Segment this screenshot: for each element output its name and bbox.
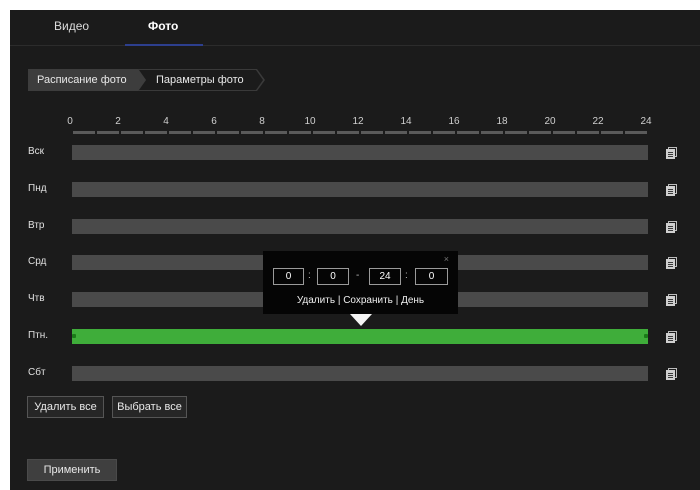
ruler-segment (121, 131, 143, 134)
ruler-segment (625, 131, 647, 134)
hour-label: 22 (592, 116, 604, 127)
tab-video[interactable]: Видео (54, 19, 89, 33)
start-minute-field[interactable]: 0 (317, 268, 349, 285)
step-photo-schedule[interactable]: Расписание фото (28, 69, 148, 91)
popup-delete-link[interactable]: Удалить (297, 295, 335, 306)
close-icon[interactable]: × (444, 254, 449, 264)
ruler-segment (577, 131, 599, 134)
ruler-segment (265, 131, 287, 134)
time-edit-popup: × 0 : 0 - 24 : 0 Удалить | Сохранить | Д… (263, 251, 458, 314)
ruler-segment (361, 131, 383, 134)
day-label: Пнд (28, 182, 47, 194)
active-tab-indicator (125, 44, 203, 46)
day-label: Сбт (28, 366, 46, 378)
day-schedule-bar[interactable] (72, 329, 648, 344)
delete-all-button[interactable]: Удалить все (27, 396, 104, 418)
range-handle[interactable] (72, 334, 76, 338)
copy-icon[interactable] (666, 147, 677, 159)
select-all-button[interactable]: Выбрать все (112, 396, 187, 418)
day-label: Срд (28, 256, 47, 268)
step-photo-schedule-label: Расписание фото (37, 74, 127, 86)
ruler-segment (457, 131, 479, 134)
hour-label: 2 (115, 116, 121, 127)
copy-icon[interactable] (666, 367, 677, 380)
ruler-segment (169, 131, 191, 134)
ruler-segment (385, 131, 407, 134)
hour-label: 14 (400, 116, 412, 127)
ruler-segment (97, 131, 119, 134)
triangle-pointer-icon (350, 314, 372, 326)
popup-divider: | (395, 295, 399, 306)
range-handle[interactable] (644, 334, 648, 338)
ruler-segment (601, 131, 623, 134)
ruler-segment (145, 131, 167, 134)
copy-icon[interactable] (666, 183, 677, 196)
copy-icon[interactable] (666, 331, 677, 343)
popup-actions: Удалить | Сохранить | День (263, 295, 458, 306)
ruler-segment (553, 131, 575, 134)
copy-icon[interactable] (666, 257, 677, 270)
day-label: Вск (28, 146, 45, 157)
app-window: Видео Фото Расписание фото Параметры фот… (10, 10, 700, 490)
hour-label: 6 (211, 116, 217, 127)
popup-day-link[interactable]: День (401, 295, 424, 306)
copy-icon[interactable] (666, 294, 677, 307)
ruler-segment (337, 131, 359, 134)
hour-label: 12 (352, 116, 364, 127)
ruler-segment (409, 131, 431, 134)
ruler-segment (433, 131, 455, 134)
step-photo-parameters-label: Параметры фото (156, 74, 244, 86)
end-hour-field[interactable]: 24 (369, 268, 401, 285)
hour-label: 20 (544, 116, 556, 127)
copy-icon[interactable] (666, 220, 677, 233)
day-schedule-bar[interactable] (72, 145, 648, 160)
day-schedule-bar[interactable] (72, 365, 648, 381)
ruler-segment (505, 131, 527, 134)
ruler-segment (217, 131, 239, 134)
day-schedule-bar[interactable] (72, 181, 648, 197)
step-photo-parameters[interactable]: Параметры фото (138, 69, 265, 91)
hour-label: 24 (640, 116, 652, 127)
ruler-segment (73, 131, 95, 134)
start-hour-field[interactable]: 0 (273, 268, 304, 285)
ruler-segment (241, 131, 263, 134)
hour-label: 10 (304, 116, 316, 127)
hour-label: 8 (259, 116, 265, 127)
ruler-segment (193, 131, 215, 134)
time-separator: : (308, 270, 311, 281)
tab-photo[interactable]: Фото (148, 19, 178, 33)
range-separator: - (356, 270, 360, 281)
ruler-segment (481, 131, 503, 134)
day-schedule-bar[interactable] (72, 218, 648, 234)
apply-button[interactable]: Применить (27, 459, 117, 481)
hour-label: 0 (67, 116, 73, 127)
ruler-segment (289, 131, 311, 134)
time-separator: : (405, 270, 408, 281)
day-label: Птн. (28, 330, 49, 341)
end-minute-field[interactable]: 0 (415, 268, 448, 285)
hour-label: 4 (163, 116, 169, 127)
day-label: Втр (28, 219, 45, 231)
popup-divider: | (337, 295, 341, 306)
hour-label: 18 (496, 116, 508, 127)
hour-label: 16 (448, 116, 460, 127)
popup-save-link[interactable]: Сохранить (343, 295, 393, 306)
hour-ruler (72, 131, 648, 134)
day-label: Чтв (28, 293, 45, 305)
ruler-segment (313, 131, 335, 134)
top-tabs: Видео Фото (10, 10, 700, 46)
ruler-segment (529, 131, 551, 134)
